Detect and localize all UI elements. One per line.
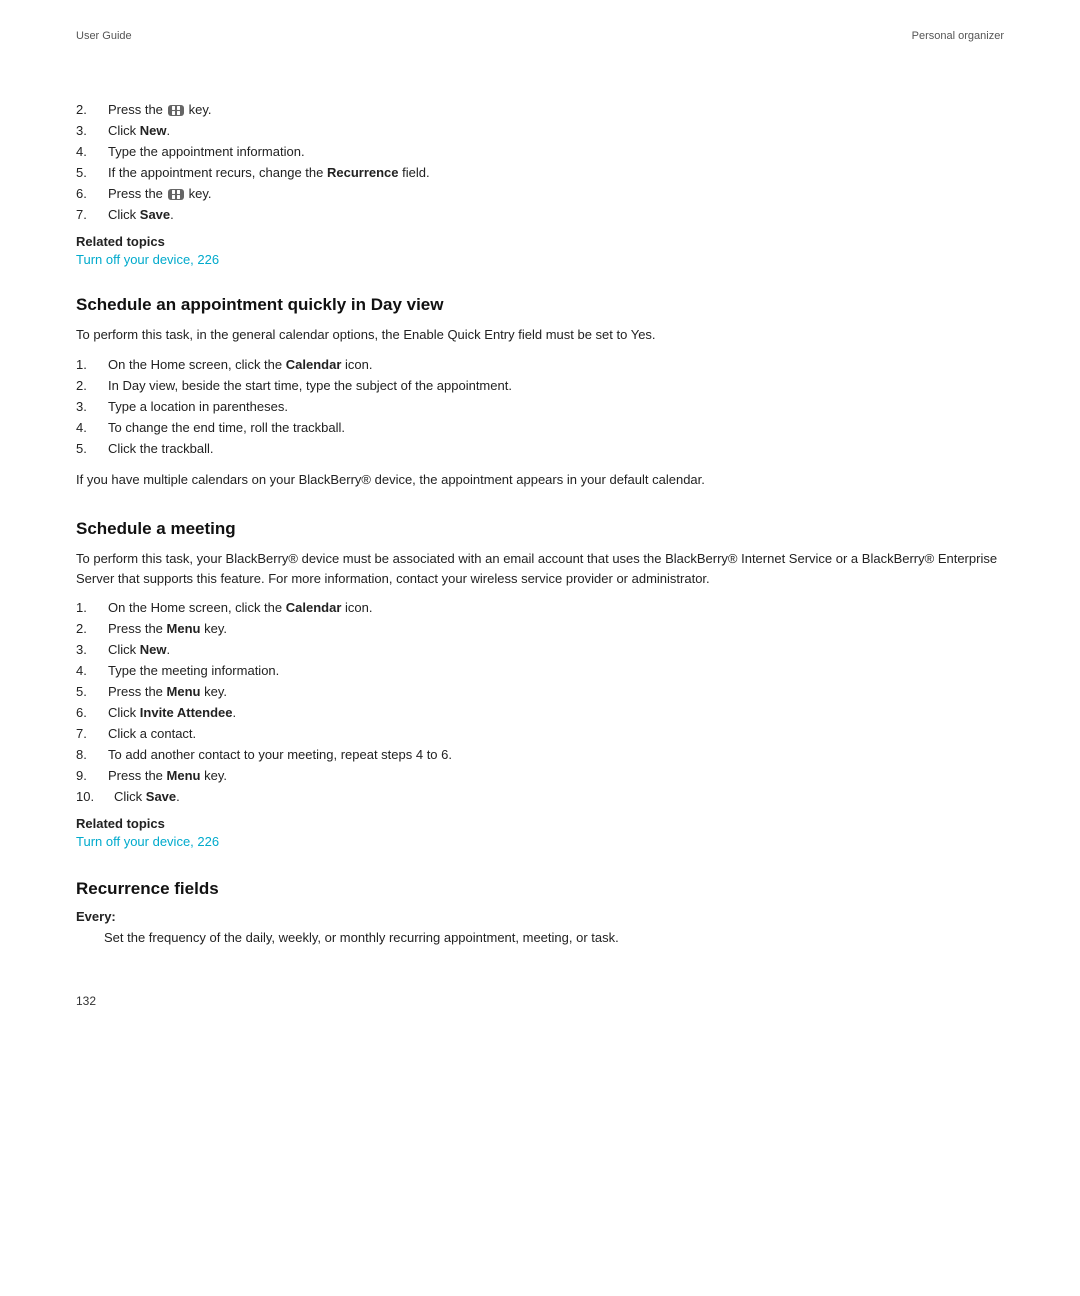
section2-intro: To perform this task, your BlackBerry® d… — [76, 549, 1004, 588]
list-item: 1. On the Home screen, click the Calenda… — [76, 600, 1004, 615]
section3-heading: Recurrence fields — [76, 879, 1004, 899]
page-number: 132 — [76, 994, 96, 1008]
intro-steps-list: 2. Press the key. 3. Cli — [76, 102, 1004, 222]
list-item: 2. Press the Menu key. — [76, 621, 1004, 636]
list-item: 5. Click the trackball. — [76, 441, 1004, 456]
header-right: Personal organizer — [912, 30, 1004, 42]
section2-heading: Schedule a meeting — [76, 519, 1004, 539]
list-item: 7. Click Save. — [76, 207, 1004, 222]
list-item: 3. Click New. — [76, 123, 1004, 138]
section1-footer: If you have multiple calendars on your B… — [76, 470, 1004, 490]
section-schedule-meeting: Schedule a meeting To perform this task,… — [76, 519, 1004, 849]
section-schedule-appointment: Schedule an appointment quickly in Day v… — [76, 295, 1004, 489]
section1-intro: To perform this task, in the general cal… — [76, 325, 1004, 345]
every-desc: Set the frequency of the daily, weekly, … — [104, 928, 1004, 948]
list-item: 4. Type the meeting information. — [76, 663, 1004, 678]
list-item: 7. Click a contact. — [76, 726, 1004, 741]
list-item: 6. Press the key. — [76, 186, 1004, 201]
list-item: 1. On the Home screen, click the Calenda… — [76, 357, 1004, 372]
every-field: Every: Set the frequency of the daily, w… — [76, 909, 1004, 948]
related-topics-label-1: Related topics — [76, 234, 1004, 249]
list-item: 8. To add another contact to your meetin… — [76, 747, 1004, 762]
list-item: 9. Press the Menu key. — [76, 768, 1004, 783]
menu-key-icon-2 — [168, 189, 185, 200]
list-item: 10. Click Save. — [76, 789, 1004, 804]
menu-key-icon-1 — [168, 105, 185, 116]
header-left: User Guide — [76, 30, 132, 42]
list-item: 3. Click New. — [76, 642, 1004, 657]
list-item: 2. Press the key. — [76, 102, 1004, 117]
related-topics-1: Related topics Turn off your device, 226 — [76, 234, 1004, 267]
list-item: 2. In Day view, beside the start time, t… — [76, 378, 1004, 393]
list-item: 5. Press the Menu key. — [76, 684, 1004, 699]
section2-steps: 1. On the Home screen, click the Calenda… — [76, 600, 1004, 804]
list-item: 3. Type a location in parentheses. — [76, 399, 1004, 414]
section1-heading: Schedule an appointment quickly in Day v… — [76, 295, 1004, 315]
related-topics-label-2: Related topics — [76, 816, 1004, 831]
related-link-2[interactable]: Turn off your device, 226 — [76, 834, 219, 849]
list-item: 4. To change the end time, roll the trac… — [76, 420, 1004, 435]
section1-steps: 1. On the Home screen, click the Calenda… — [76, 357, 1004, 456]
related-link-1[interactable]: Turn off your device, 226 — [76, 252, 219, 267]
list-item: 6. Click Invite Attendee. — [76, 705, 1004, 720]
list-item: 5. If the appointment recurs, change the… — [76, 165, 1004, 180]
section-recurrence-fields: Recurrence fields Every: Set the frequen… — [76, 879, 1004, 948]
related-topics-2: Related topics Turn off your device, 226 — [76, 816, 1004, 849]
every-label: Every: — [76, 909, 1004, 924]
list-item: 4. Type the appointment information. — [76, 144, 1004, 159]
